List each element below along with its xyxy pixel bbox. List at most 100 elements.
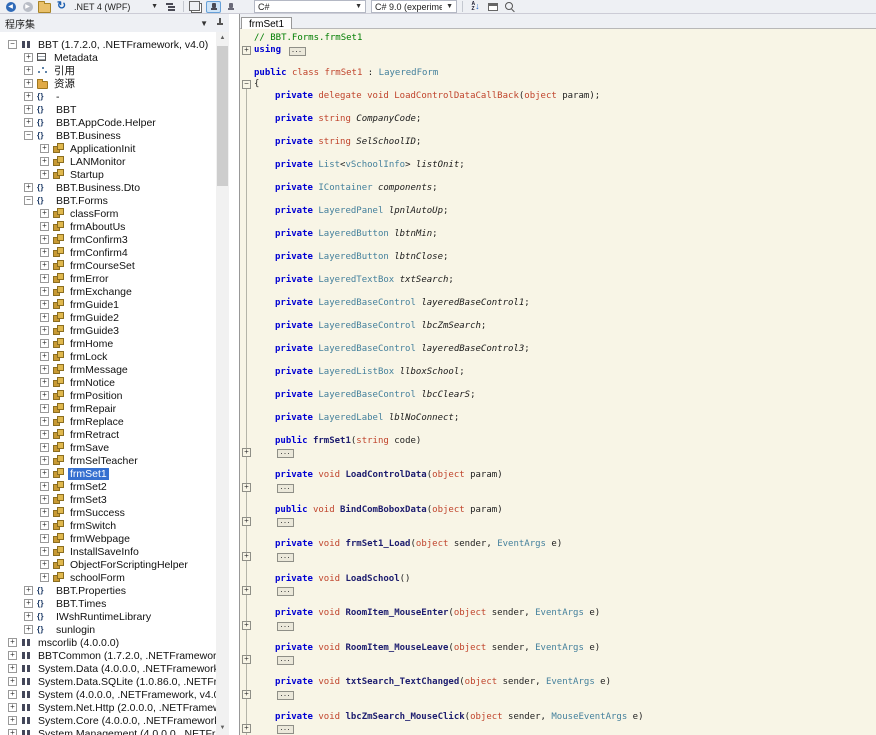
code-line[interactable] bbox=[240, 493, 876, 505]
code-line[interactable]: private LayeredBaseControl layeredBaseCo… bbox=[240, 344, 876, 356]
tree-item-frmSet3[interactable]: +frmSet3 bbox=[40, 493, 216, 506]
code-line[interactable] bbox=[240, 332, 876, 344]
code-line[interactable] bbox=[240, 286, 876, 298]
expand-icon[interactable]: + bbox=[40, 508, 49, 517]
expand-icon[interactable]: + bbox=[40, 469, 49, 478]
fold-expand-icon[interactable]: + bbox=[242, 46, 251, 55]
tree-item-System.Data-4.0.0.0-.NETFramework-v4.0-[interactable]: +System.Data (4.0.0.0, .NETFramework, v4… bbox=[8, 662, 216, 675]
expand-icon[interactable]: + bbox=[40, 560, 49, 569]
tree-item-System-4.0.0.0-.NETFramework-v4.0-[interactable]: +System (4.0.0.0, .NETFramework, v4.0) bbox=[8, 688, 216, 701]
fold-expand-icon[interactable]: + bbox=[242, 724, 251, 733]
expand-icon[interactable]: + bbox=[8, 716, 17, 725]
tree-item-ApplicationInit[interactable]: +ApplicationInit bbox=[40, 142, 216, 155]
expand-icon[interactable]: + bbox=[40, 482, 49, 491]
tree-item-InstallSaveInfo[interactable]: +InstallSaveInfo bbox=[40, 545, 216, 558]
expand-icon[interactable]: + bbox=[40, 248, 49, 257]
expand-icon[interactable]: + bbox=[40, 274, 49, 283]
expand-icon[interactable]: + bbox=[8, 690, 17, 699]
language-dropdown[interactable]: C# ▼ bbox=[254, 0, 366, 13]
code-line[interactable]: +... bbox=[240, 689, 876, 701]
new-window-button[interactable] bbox=[485, 1, 500, 13]
pin-icon[interactable] bbox=[216, 18, 224, 28]
code-line[interactable] bbox=[240, 194, 876, 206]
tree-item-System.Core-4.0.0.0-.NETFramework-v4.0-[interactable]: +System.Core (4.0.0.0, .NETFramework, v4… bbox=[8, 714, 216, 727]
code-line[interactable]: private LayeredLabel lblNoConnect; bbox=[240, 413, 876, 425]
expand-icon[interactable]: + bbox=[40, 430, 49, 439]
collapsed-region-box[interactable]: ... bbox=[289, 47, 306, 56]
collapsed-region-box[interactable]: ... bbox=[277, 691, 294, 700]
tree-item-frmMessage[interactable]: +frmMessage bbox=[40, 363, 216, 376]
fold-expand-icon[interactable]: + bbox=[242, 690, 251, 699]
code-line[interactable]: private LayeredTextBox txtSearch; bbox=[240, 275, 876, 287]
tree-item-System.Management-4.0.0.0-.NETFramework-v4.0-[interactable]: +System.Management (4.0.0.0, .NETFramewo… bbox=[8, 727, 216, 735]
back-button[interactable]: ◀ bbox=[3, 1, 18, 13]
sort-az-button[interactable]: AZ↓ bbox=[468, 1, 483, 13]
code-line[interactable] bbox=[240, 631, 876, 643]
code-line[interactable] bbox=[240, 148, 876, 160]
code-line[interactable]: private LayeredButton lbtnClose; bbox=[240, 252, 876, 264]
expand-icon[interactable]: + bbox=[24, 118, 33, 127]
tree-item-Startup[interactable]: +Startup bbox=[40, 168, 216, 181]
code-line[interactable]: private List<vSchoolInfo> listOnit; bbox=[240, 160, 876, 172]
expand-icon[interactable]: + bbox=[40, 378, 49, 387]
expand-icon[interactable]: + bbox=[8, 638, 17, 647]
code-line[interactable] bbox=[240, 309, 876, 321]
fold-expand-icon[interactable]: + bbox=[242, 517, 251, 526]
expand-icon[interactable]: + bbox=[40, 209, 49, 218]
fold-expand-icon[interactable]: + bbox=[242, 552, 251, 561]
code-line[interactable]: +... bbox=[240, 482, 876, 494]
tree-item-frmLock[interactable]: +frmLock bbox=[40, 350, 216, 363]
tree-item-frmAboutUs[interactable]: +frmAboutUs bbox=[40, 220, 216, 233]
tree-item-frmReplace[interactable]: +frmReplace bbox=[40, 415, 216, 428]
code-line[interactable]: +... bbox=[240, 447, 876, 459]
code-line[interactable]: +... bbox=[240, 516, 876, 528]
collapsed-region-box[interactable]: ... bbox=[277, 725, 294, 734]
language-version-dropdown[interactable]: C# 9.0 (experimer ▼ bbox=[371, 0, 457, 13]
code-line[interactable] bbox=[240, 56, 876, 68]
expand-icon[interactable]: + bbox=[40, 339, 49, 348]
tree-item-frmRepair[interactable]: +frmRepair bbox=[40, 402, 216, 415]
code-line[interactable] bbox=[240, 125, 876, 137]
expand-icon[interactable]: + bbox=[40, 352, 49, 361]
expand-icon[interactable]: + bbox=[40, 326, 49, 335]
code-line[interactable] bbox=[240, 424, 876, 436]
expand-icon[interactable]: + bbox=[40, 222, 49, 231]
code-line[interactable] bbox=[240, 102, 876, 114]
tree-item-frmSet1[interactable]: +frmSet1 bbox=[40, 467, 216, 480]
tree-item--[interactable]: +{ }- bbox=[24, 90, 216, 103]
scroll-up-icon[interactable]: ▲ bbox=[216, 32, 229, 45]
expand-icon[interactable]: + bbox=[24, 586, 33, 595]
expand-icon[interactable]: + bbox=[40, 495, 49, 504]
collapse-icon[interactable]: − bbox=[8, 40, 17, 49]
code-line[interactable]: +... bbox=[240, 620, 876, 632]
code-line[interactable]: +... bbox=[240, 585, 876, 597]
expand-icon[interactable]: + bbox=[40, 261, 49, 270]
code-line[interactable] bbox=[240, 171, 876, 183]
expand-icon[interactable]: + bbox=[24, 183, 33, 192]
expand-icon[interactable]: + bbox=[24, 105, 33, 114]
code-line[interactable]: public void BindComBoboxData(object para… bbox=[240, 505, 876, 517]
collapsed-region-box[interactable]: ... bbox=[277, 553, 294, 562]
expand-icon[interactable]: + bbox=[8, 664, 17, 673]
code-line[interactable] bbox=[240, 355, 876, 367]
expand-icon[interactable]: + bbox=[40, 547, 49, 556]
code-line[interactable]: private LayeredButton lbtnMin; bbox=[240, 229, 876, 241]
code-editor[interactable]: // BBT.Forms.frmSet1+using ...public cla… bbox=[240, 29, 876, 735]
tree-item-frmRetract[interactable]: +frmRetract bbox=[40, 428, 216, 441]
expand-icon[interactable]: + bbox=[40, 443, 49, 452]
expand-icon[interactable]: + bbox=[24, 625, 33, 634]
code-line[interactable]: −{ bbox=[240, 79, 876, 91]
expand-icon[interactable]: + bbox=[40, 157, 49, 166]
tree-item-ObjectForScriptingHelper[interactable]: +ObjectForScriptingHelper bbox=[40, 558, 216, 571]
collapsed-region-box[interactable]: ... bbox=[277, 449, 294, 458]
tree-item-frmGuide2[interactable]: +frmGuide2 bbox=[40, 311, 216, 324]
code-line[interactable]: private void lbcZmSearch_MouseClick(obje… bbox=[240, 712, 876, 724]
code-line[interactable]: private LayeredPanel lpnlAutoUp; bbox=[240, 206, 876, 218]
show-internal-api-toggle[interactable] bbox=[206, 1, 221, 13]
tree-item-frmPosition[interactable]: +frmPosition bbox=[40, 389, 216, 402]
expand-icon[interactable]: + bbox=[40, 170, 49, 179]
fold-collapse-icon[interactable]: − bbox=[242, 80, 251, 89]
expand-icon[interactable]: + bbox=[40, 365, 49, 374]
tree-item-IWshRuntimeLibrary[interactable]: +{ }IWshRuntimeLibrary bbox=[24, 610, 216, 623]
code-line[interactable]: private void LoadControlData(object para… bbox=[240, 470, 876, 482]
